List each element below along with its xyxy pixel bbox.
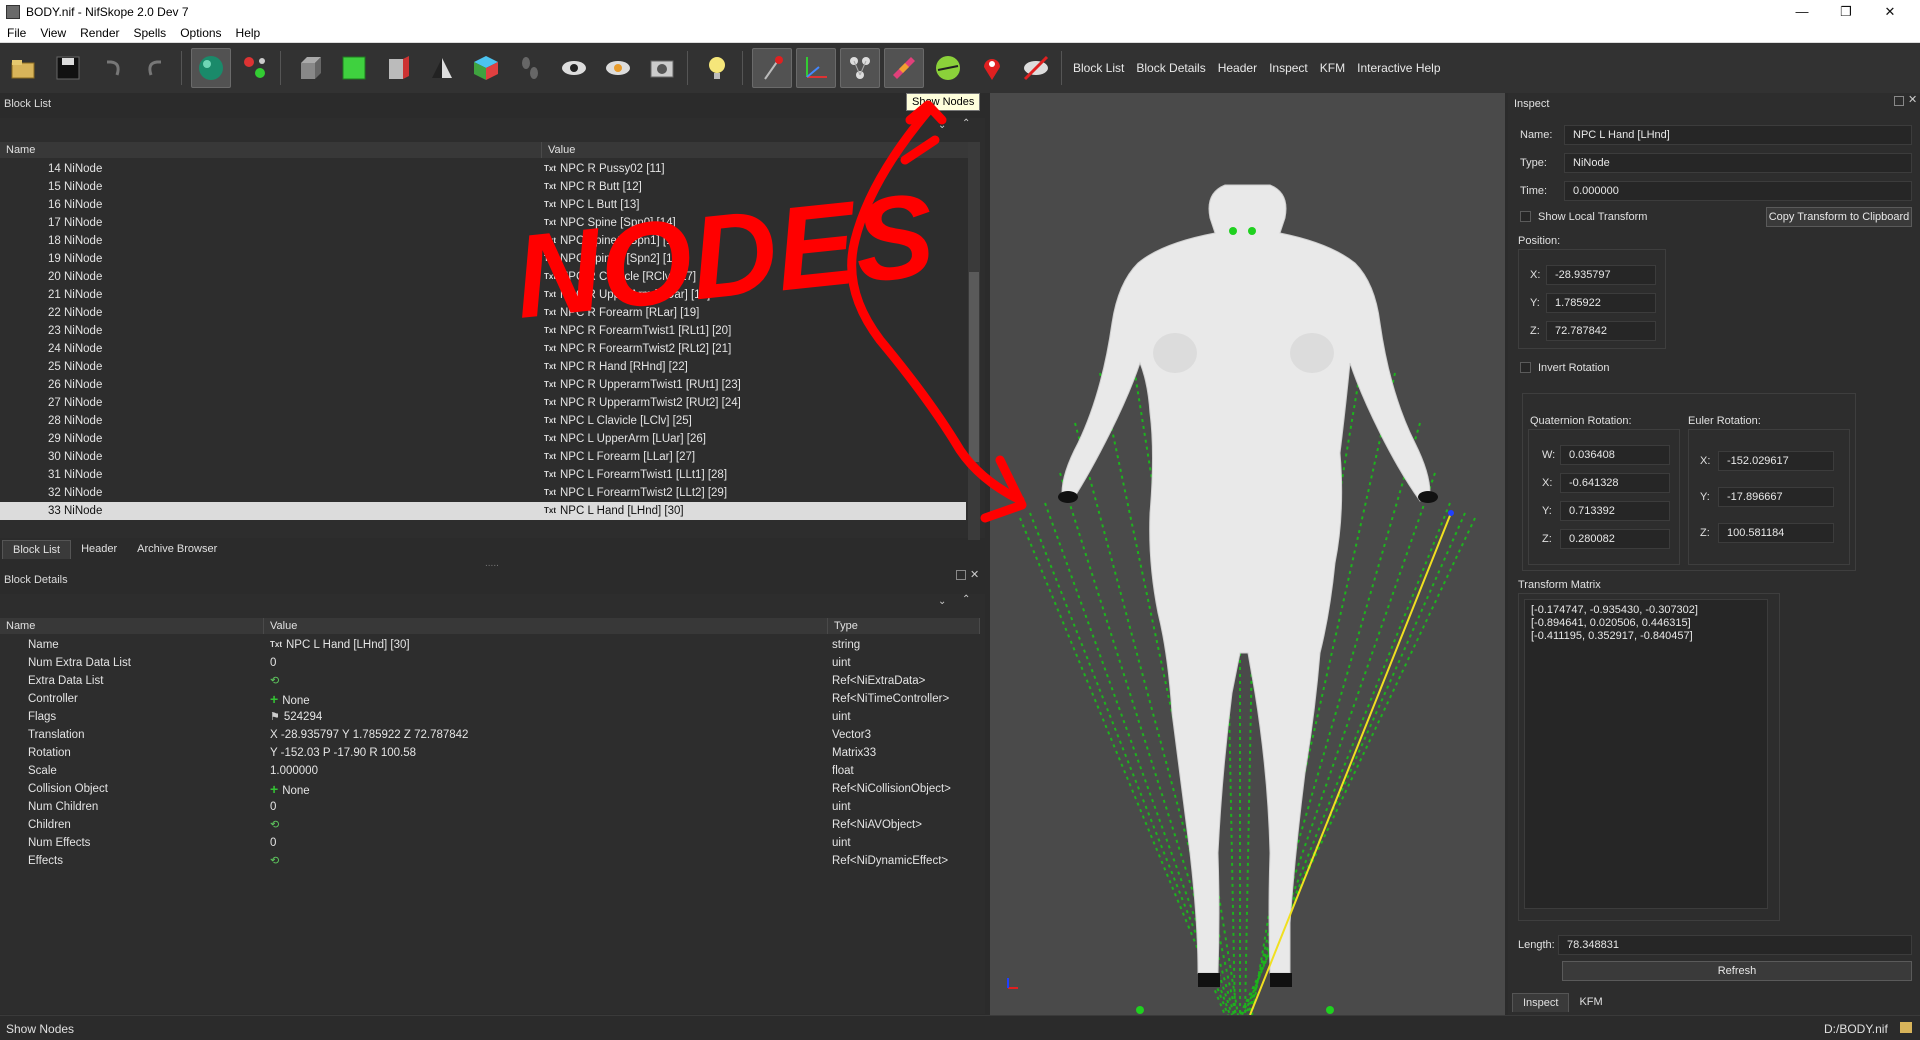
time-label: Time:	[1520, 185, 1548, 197]
show-local-transform-label: Show Local Transform	[1538, 211, 1648, 223]
annotation-arrow-tick	[900, 135, 940, 165]
euler-y-field[interactable]: -17.896667	[1718, 487, 1834, 507]
quat-x-field[interactable]: -0.641328	[1560, 473, 1670, 493]
status-message: Show Nodes	[6, 1022, 75, 1036]
name-label: Name:	[1520, 129, 1553, 141]
annotation-label: NODES	[509, 169, 940, 344]
euler-z-field[interactable]: 100.581184	[1718, 523, 1834, 543]
quat-z-field[interactable]: 0.280082	[1560, 529, 1670, 549]
status-file-path: D:/BODY.nif	[1824, 1022, 1888, 1036]
euler-z-label: Z:	[1700, 527, 1710, 539]
type-field[interactable]: NiNode	[1564, 153, 1912, 173]
euler-x-label: X:	[1700, 455, 1711, 467]
matrix-row: [-0.174747, -0.935430, -0.307302]	[1531, 604, 1698, 616]
invert-rotation-label: Invert Rotation	[1538, 362, 1610, 374]
quat-z-label: Z:	[1542, 533, 1552, 545]
pos-x-label: X:	[1530, 269, 1541, 281]
invert-rotation-checkbox[interactable]	[1520, 362, 1531, 373]
quat-label: Quaternion Rotation:	[1530, 415, 1632, 427]
euler-label: Euler Rotation:	[1688, 415, 1761, 427]
tab-kfm[interactable]: KFM	[1569, 993, 1612, 1012]
close-panel-icon[interactable]: ✕	[1908, 93, 1917, 106]
inspect-title: Inspect	[1514, 98, 1550, 110]
pos-y-field[interactable]: 1.785922	[1546, 293, 1656, 313]
inspect-tabs: Inspect KFM	[1512, 993, 1613, 1012]
time-field[interactable]: 0.000000	[1564, 181, 1912, 201]
matrix-text-box[interactable]: [-0.174747, -0.935430, -0.307302] [-0.89…	[1524, 599, 1768, 909]
matrix-label: Transform Matrix	[1518, 579, 1601, 591]
quat-w-field[interactable]: 0.036408	[1560, 445, 1670, 465]
length-field[interactable]: 78.348831	[1558, 935, 1912, 955]
quat-x-label: X:	[1542, 477, 1553, 489]
matrix-row: [-0.894641, 0.020506, 0.446315]	[1531, 617, 1691, 629]
position-label: Position:	[1518, 235, 1561, 247]
show-local-transform-checkbox[interactable]	[1520, 211, 1531, 222]
pos-z-label: Z:	[1530, 325, 1540, 337]
quat-y-field[interactable]: 0.713392	[1560, 501, 1670, 521]
folder-icon	[1900, 1022, 1912, 1033]
float-panel-icon[interactable]	[1894, 96, 1904, 106]
euler-x-field[interactable]: -152.029617	[1718, 451, 1834, 471]
tab-inspect[interactable]: Inspect	[1512, 993, 1570, 1012]
status-bar: Show Nodes D:/BODY.nif	[0, 1015, 1920, 1040]
euler-y-label: Y:	[1700, 491, 1710, 503]
inspect-panel: Inspect ✕ Name: NPC L Hand [LHnd] Type: …	[1508, 93, 1920, 1015]
quat-y-label: Y:	[1542, 505, 1552, 517]
type-label: Type:	[1520, 157, 1547, 169]
length-label: Length:	[1518, 939, 1555, 951]
refresh-button[interactable]: Refresh	[1562, 961, 1912, 981]
name-field[interactable]: NPC L Hand [LHnd]	[1564, 125, 1912, 145]
copy-transform-button[interactable]: Copy Transform to Clipboard	[1766, 207, 1912, 227]
annotation-drawing	[847, 100, 1027, 523]
matrix-row: [-0.411195, 0.352917, -0.840457]	[1531, 630, 1693, 642]
pos-y-label: Y:	[1530, 297, 1540, 309]
pos-z-field[interactable]: 72.787842	[1546, 321, 1656, 341]
quat-w-label: W:	[1542, 449, 1556, 461]
pos-x-field[interactable]: -28.935797	[1546, 265, 1656, 285]
